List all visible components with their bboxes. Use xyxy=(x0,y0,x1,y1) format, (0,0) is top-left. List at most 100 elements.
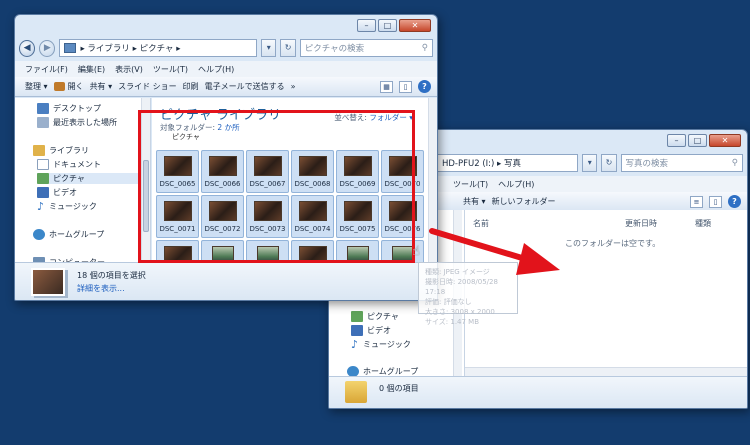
pictures-icon xyxy=(351,311,363,322)
share-button[interactable]: 共有 ▾ xyxy=(90,81,113,92)
new-folder-button[interactable]: 新しいフォルダー xyxy=(492,196,556,207)
music-note-icon: ♪ xyxy=(351,338,359,351)
menu-bar: ファイル(F) 編集(E) 表示(V) ツール(T) ヘルプ(H) xyxy=(15,61,437,77)
organize-button[interactable]: 整理 ▾ xyxy=(25,81,48,92)
nav-recent-places[interactable]: 最近表示した場所 xyxy=(37,117,117,128)
recent-places-icon xyxy=(37,117,49,128)
nav-label: ピクチャ xyxy=(53,174,85,183)
column-header-type[interactable]: 種類 xyxy=(695,218,711,229)
window-controls: – □ ✕ xyxy=(667,134,741,147)
window-controls: – □ ✕ xyxy=(357,19,431,32)
selection-stack-thumbnail xyxy=(31,268,65,296)
nav-documents[interactable]: ドキュメント xyxy=(37,159,101,170)
nav-pictures[interactable]: ピクチャ xyxy=(351,311,399,322)
slideshow-button[interactable]: スライド ショー xyxy=(118,81,177,92)
address-dropdown-button[interactable]: ▾ xyxy=(261,39,277,57)
empty-folder-message: このフォルダーは空です。 xyxy=(565,239,661,248)
videos-icon xyxy=(351,325,363,336)
command-bar: 整理 ▾ 開く 共有 ▾ スライド ショー 印刷 電子メールで送信する » ▦ … xyxy=(15,77,437,97)
nav-label: ミュージック xyxy=(363,340,411,349)
pictures-icon xyxy=(37,173,49,184)
music-note-icon: ♪ xyxy=(37,200,45,213)
nav-label: ミュージック xyxy=(49,202,97,211)
address-path: ▸ ライブラリ ▸ ピクチャ ▸ xyxy=(80,44,181,54)
tooltip-line: サイズ: 1.47 MB xyxy=(425,318,480,326)
menu-view[interactable]: 表示(V) xyxy=(115,64,143,75)
documents-icon xyxy=(37,159,49,170)
minimize-button[interactable]: – xyxy=(667,134,686,147)
open-icon xyxy=(53,82,65,91)
selected-count: 18 個の項目を選択 xyxy=(77,271,146,280)
help-icon[interactable]: ? xyxy=(418,80,431,93)
videos-icon xyxy=(37,187,49,198)
nav-label: 最近表示した場所 xyxy=(53,118,117,127)
search-input[interactable]: 写真の検索 ⚲ xyxy=(620,154,743,172)
forward-button[interactable]: ▶ xyxy=(39,39,56,57)
close-button[interactable]: ✕ xyxy=(709,134,741,147)
navigation-pane: デスクトップ 最近表示した場所 ライブラリ ドキュメント ピクチャ ビデオ ♪ ミ… xyxy=(15,98,151,268)
menu-tools[interactable]: ツール(T) xyxy=(453,179,488,190)
search-icon: ⚲ xyxy=(731,158,738,168)
email-button[interactable]: 電子メールで送信する xyxy=(205,81,285,92)
show-details-link[interactable]: 詳細を表示... xyxy=(77,283,125,294)
desktop-icon xyxy=(37,103,49,114)
nav-pictures[interactable]: ピクチャ xyxy=(37,173,145,184)
menu-edit[interactable]: 編集(E) xyxy=(78,64,105,75)
column-header-modified[interactable]: 更新日時 xyxy=(625,218,657,229)
maximize-button[interactable]: □ xyxy=(378,19,397,32)
search-input[interactable]: ピクチャの検索 ⚲ xyxy=(299,39,433,57)
open-button[interactable]: 開く xyxy=(53,81,84,92)
nav-label: ホームグループ xyxy=(49,230,105,239)
help-icon[interactable]: ? xyxy=(728,195,741,208)
view-options-icon[interactable]: ≡ xyxy=(690,195,703,208)
minimize-button[interactable]: – xyxy=(357,19,376,32)
preview-pane-icon[interactable]: ▯ xyxy=(709,195,722,208)
address-bar[interactable]: HD-PFU2 (I:) ▸ 写真 xyxy=(437,154,579,172)
nav-music[interactable]: ♪ ミュージック xyxy=(37,201,97,212)
nav-videos[interactable]: ビデオ xyxy=(351,325,391,336)
back-button[interactable]: ◀ xyxy=(19,39,36,57)
homegroup-icon xyxy=(33,229,45,240)
menu-tools[interactable]: ツール(T) xyxy=(153,64,188,75)
folder-icon xyxy=(345,381,367,403)
drag-arrow-icon xyxy=(429,228,560,275)
address-dropdown-button[interactable]: ▾ xyxy=(582,154,598,172)
view-options-icon[interactable]: ▦ xyxy=(380,80,393,93)
nav-label: デスクトップ xyxy=(53,104,101,113)
address-path: HD-PFU2 (I:) ▸ 写真 xyxy=(442,159,522,169)
details-pane: 0 個の項目 xyxy=(329,376,747,408)
share-button[interactable]: 共有 ▾ xyxy=(463,196,486,207)
nav-label: ピクチャ xyxy=(367,312,399,321)
search-icon: ⚲ xyxy=(421,43,428,53)
item-count: 0 個の項目 xyxy=(379,384,419,393)
nav-music[interactable]: ♪ ミュージック xyxy=(351,339,411,350)
hand-cursor-icon: ☝ xyxy=(412,244,420,259)
selection-highlight-box xyxy=(138,110,415,263)
tooltip-line: 評価: 評価なし xyxy=(425,298,472,306)
nav-homegroup[interactable]: ホームグループ xyxy=(33,229,104,240)
print-button[interactable]: 印刷 xyxy=(183,81,199,92)
close-button[interactable]: ✕ xyxy=(399,19,431,32)
search-placeholder: ピクチャの検索 xyxy=(304,44,365,54)
nav-label: ドキュメント xyxy=(53,160,101,169)
tooltip-line: 大きさ: 3008 x 2000 xyxy=(425,308,495,316)
open-label: 開く xyxy=(67,82,84,91)
horizontal-scrollbar[interactable] xyxy=(465,367,747,376)
more-commands-button[interactable]: » xyxy=(291,82,296,91)
nav-videos[interactable]: ビデオ xyxy=(37,187,77,198)
search-placeholder: 写真の検索 xyxy=(625,159,669,169)
preview-pane-icon[interactable]: ▯ xyxy=(399,80,412,93)
address-row: ◀ ▶ ▸ ライブラリ ▸ ピクチャ ▸ ▾ ↻ ピクチャの検索 ⚲ xyxy=(19,37,433,59)
nav-label: ライブラリ xyxy=(49,146,89,155)
nav-libraries[interactable]: ライブラリ xyxy=(33,145,89,156)
menu-file[interactable]: ファイル(F) xyxy=(25,64,68,75)
address-bar[interactable]: ▸ ライブラリ ▸ ピクチャ ▸ xyxy=(59,39,258,57)
maximize-button[interactable]: □ xyxy=(688,134,707,147)
refresh-button[interactable]: ↻ xyxy=(601,154,617,172)
menu-help[interactable]: ヘルプ(H) xyxy=(498,179,534,190)
nav-label: ビデオ xyxy=(367,326,391,335)
nav-desktop[interactable]: デスクトップ xyxy=(37,103,101,114)
menu-help[interactable]: ヘルプ(H) xyxy=(198,64,234,75)
refresh-button[interactable]: ↻ xyxy=(280,39,296,57)
library-icon xyxy=(64,43,77,53)
